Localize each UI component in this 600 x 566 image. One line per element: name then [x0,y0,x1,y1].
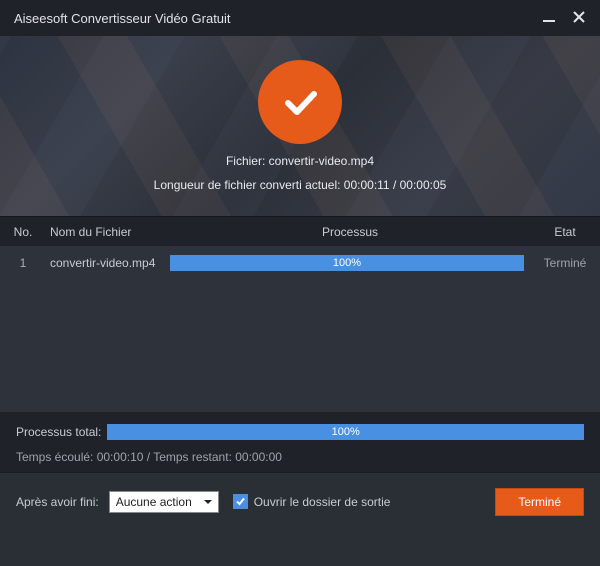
row-filename: convertir-video.mp4 [46,256,170,270]
time-info: Temps écoulé: 00:00:10 / Temps restant: … [16,450,584,464]
total-label: Processus total: [16,425,101,439]
total-section: Processus total: 100% Temps écoulé: 00:0… [0,412,600,472]
table-header: No. Nom du Fichier Processus Etat [0,216,600,246]
header-name: Nom du Fichier [46,225,170,239]
titlebar: Aiseesoft Convertisseur Vidéo Gratuit [0,0,600,36]
header-state: Etat [530,225,600,239]
window-controls [542,10,586,27]
open-folder-label: Ouvrir le dossier de sortie [254,495,391,509]
app-title: Aiseesoft Convertisseur Vidéo Gratuit [14,11,231,26]
close-icon [572,10,586,24]
close-button[interactable] [572,10,586,27]
status-hero: Fichier: convertir-video.mp4 Longueur de… [0,36,600,216]
table-body: 1 convertir-video.mp4 100% Terminé [0,246,600,412]
header-process: Processus [170,225,530,239]
footer: Après avoir fini: Aucune action Ouvrir l… [0,472,600,530]
done-button[interactable]: Terminé [495,488,584,516]
checkmark-icon [276,78,324,126]
row-no: 1 [0,256,46,270]
minimize-icon [542,10,556,24]
after-finish-label: Après avoir fini: [16,495,99,509]
file-label: Fichier: convertir-video.mp4 [226,154,374,168]
header-no: No. [0,225,46,239]
row-progress-bar: 100% [170,255,524,271]
minimize-button[interactable] [542,10,556,27]
table-row: 1 convertir-video.mp4 100% Terminé [0,246,600,280]
done-button-label: Terminé [518,495,561,509]
open-folder-checkbox[interactable] [233,494,248,509]
row-state: Terminé [530,256,600,270]
row-progress-percent: 100% [333,257,361,269]
open-folder-option: Ouvrir le dossier de sortie [233,494,391,509]
success-badge [258,60,342,144]
select-value: Aucune action [116,495,192,509]
total-progress-bar: 100% [107,424,584,440]
after-finish-select[interactable]: Aucune action [109,491,219,513]
check-icon [235,496,246,507]
length-label: Longueur de fichier converti actuel: 00:… [154,178,447,192]
chevron-down-icon [204,495,212,509]
total-progress-percent: 100% [332,426,360,438]
total-row: Processus total: 100% [16,422,584,442]
